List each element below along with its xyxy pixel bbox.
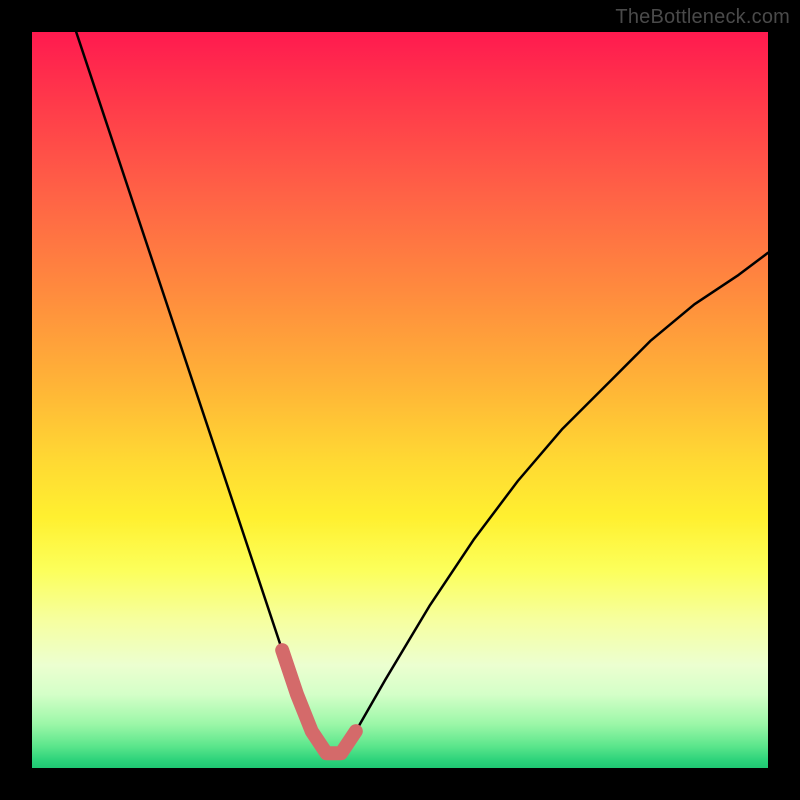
bottleneck-curve	[76, 32, 768, 753]
chart-frame: TheBottleneck.com	[0, 0, 800, 800]
plot-area	[32, 32, 768, 768]
watermark-text: TheBottleneck.com	[615, 6, 790, 29]
curve-svg	[32, 32, 768, 768]
bottleneck-curve-highlight	[282, 650, 356, 753]
